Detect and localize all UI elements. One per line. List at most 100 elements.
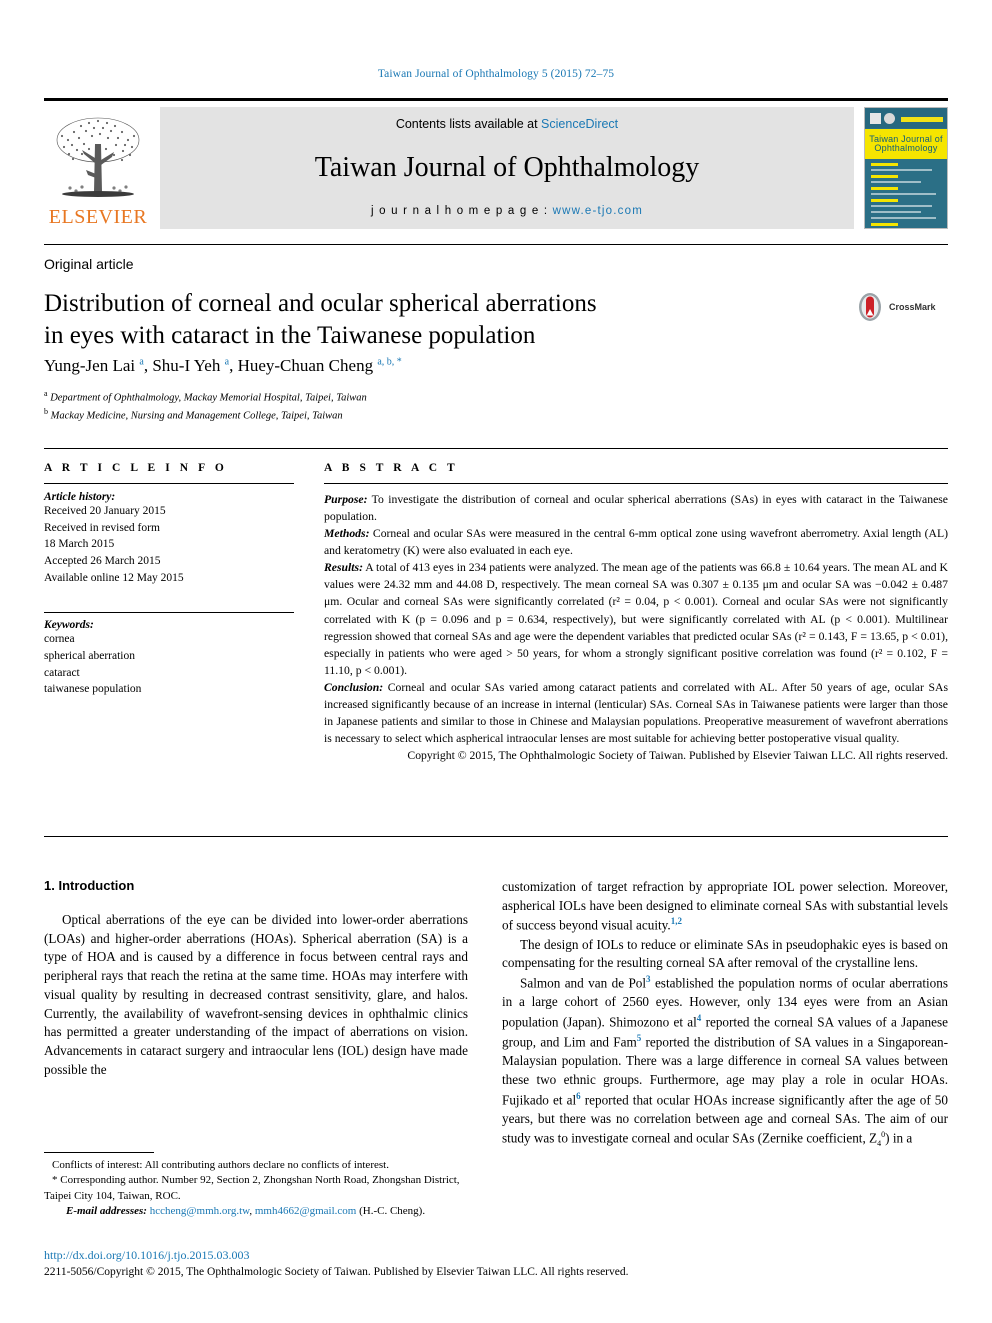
section-heading-introduction: 1. Introduction [44, 878, 135, 893]
keyword-item: spherical aberration [44, 650, 135, 663]
page-title: Distribution of corneal and ocular spher… [44, 288, 744, 351]
footnotes-block: Conflicts of interest: All contributing … [44, 1158, 468, 1220]
journal-homepage-link[interactable]: www.e-tjo.com [553, 205, 643, 217]
email-link-2[interactable]: mmh4662@gmail.com [255, 1205, 356, 1217]
intro-paragraph-2: The design of IOLs to reduce or eliminat… [502, 936, 948, 971]
abstract-rule [324, 483, 948, 484]
author-mark-2: a [224, 356, 230, 368]
footnote-corresponding: * Corresponding author. Number 92, Secti… [44, 1173, 468, 1204]
doi-link[interactable]: http://dx.doi.org/10.1016/j.tjo.2015.03.… [44, 1248, 249, 1263]
article-title-line2: in eyes with cataract in the Taiwanese p… [44, 321, 536, 349]
history-item: Accepted 26 March 2015 [44, 555, 161, 568]
journal-article-page: Taiwan Journal of Ophthalmology 5 (2015)… [0, 0, 992, 1323]
article-title-line1: Distribution of corneal and ocular spher… [44, 290, 597, 317]
history-item: 18 March 2015 [44, 538, 115, 551]
cover-contents-lines [871, 163, 942, 226]
corresponding-text: Corresponding author. Number 92, Section… [44, 1174, 460, 1202]
journal-band: Contents lists available at ScienceDirec… [160, 107, 854, 229]
article-type-kicker: Original article [44, 256, 134, 272]
intro-p3-seg-a: Salmon and van de Pol [520, 975, 647, 991]
footnote-emails: E-mail addresses: hccheng@mmh.org.tw, mm… [44, 1204, 468, 1219]
intro-paragraph-3: Salmon and van de Pol3 established the p… [502, 973, 948, 1149]
abstract-conclusion-text: Corneal and ocular SAs varied among cata… [324, 680, 948, 746]
keywords-list: cornea spherical aberration cataract tai… [44, 631, 294, 698]
intro-p3-seg-f: ) in a [885, 1129, 913, 1145]
affiliation-b: b Mackay Medicine, Nursing and Managemen… [44, 406, 343, 422]
elsevier-wordmark: ELSEVIER [48, 206, 148, 228]
sciencedirect-link[interactable]: ScienceDirect [541, 117, 618, 131]
footnote-conflicts: Conflicts of interest: All contributing … [52, 1159, 389, 1171]
abstract-purpose: Purpose: To investigate the distribution… [324, 491, 948, 525]
intro-paragraph-1: Optical aberrations of the eye can be di… [44, 912, 468, 1077]
history-item: Received in revised form [44, 521, 160, 534]
author-list: Yung-Jen Lai a, Shu-I Yeh a, Huey-Chuan … [44, 356, 402, 375]
elsevier-logo: ELSEVIER [44, 107, 152, 229]
keyword-item: cataract [44, 666, 80, 679]
abstract-methods-text: Corneal and ocular SAs were measured in … [324, 527, 948, 558]
contents-available-line: Contents lists available at ScienceDirec… [396, 117, 618, 131]
body-top-rule [44, 836, 948, 837]
footnote-divider [44, 1152, 154, 1153]
info-abstract-top-rule [44, 448, 948, 449]
abstract-purpose-text: To investigate the distribution of corne… [324, 493, 948, 524]
body-column-right: customization of target refraction by ap… [502, 878, 948, 1149]
homepage-prefix: j o u r n a l h o m e p a g e : [371, 205, 553, 217]
journal-cover-thumbnail: Taiwan Journal of Ophthalmology [864, 107, 948, 229]
abstract-column: A B S T R A C T Purpose: To investigate … [324, 462, 948, 764]
email-suffix: (H.-C. Cheng). [356, 1205, 426, 1218]
crossmark-badge[interactable]: CrossMark [855, 292, 936, 322]
body-column-left: 1. Introduction Optical aberrations of t… [44, 878, 468, 1080]
affiliation-b-text: Mackay Medicine, Nursing and Management … [50, 410, 343, 422]
cover-society-mark [884, 113, 895, 124]
article-info-heading: A R T I C L E I N F O [44, 462, 228, 474]
zernike-subscript: 4 [877, 1138, 882, 1148]
history-item: Received 20 January 2015 [44, 505, 166, 517]
abstract-results-label: Results: [324, 561, 363, 575]
abstract-heading: A B S T R A C T [324, 462, 459, 474]
affiliation-a-text: Department of Ophthalmology, Mackay Memo… [50, 392, 367, 404]
elsevier-tree-icon [56, 117, 140, 197]
email-label: E-mail addresses: [66, 1205, 147, 1218]
abstract-results: Results: A total of 413 eyes in 234 pati… [324, 559, 948, 679]
keywords-label: Keywords: [44, 619, 94, 632]
cover-accent-bar [901, 117, 943, 122]
abstract-methods: Methods: Corneal and ocular SAs were mea… [324, 525, 948, 559]
email-link-1[interactable]: hccheng@mmh.org.tw [150, 1205, 250, 1217]
abstract-body: Purpose: To investigate the distribution… [324, 491, 948, 764]
affiliation-a: a Department of Ophthalmology, Mackay Me… [44, 389, 367, 404]
crossmark-icon [859, 293, 881, 321]
title-top-rule [44, 244, 948, 245]
keyword-item: taiwanese population [44, 683, 142, 696]
running-head: Taiwan Journal of Ophthalmology 5 (2015)… [377, 68, 615, 80]
intro-p1-cont-text: customization of target refraction by ap… [502, 879, 948, 933]
abstract-purpose-label: Purpose: [324, 493, 368, 506]
keyword-item: cornea [44, 633, 75, 646]
abstract-copyright-text: Copyright © 2015, The Ophthalmologic Soc… [407, 749, 948, 763]
abstract-conclusion-label: Conclusion: [324, 680, 384, 694]
article-info-column: A R T I C L E I N F O Article history: R… [44, 462, 294, 698]
article-history-list: Received 20 January 2015 Received in rev… [44, 503, 294, 586]
keywords-block: Keywords: cornea spherical aberration ca… [44, 612, 294, 698]
intro-paragraph-1-cont: customization of target refraction by ap… [502, 878, 948, 936]
journal-title: Taiwan Journal of Ophthalmology [314, 152, 700, 183]
abstract-conclusion: Conclusion: Corneal and ocular SAs varie… [324, 679, 948, 747]
contents-prefix: Contents lists available at [395, 117, 542, 131]
journal-masthead: ELSEVIER Contents lists available at Sci… [44, 98, 948, 229]
reference-marker[interactable]: 1,2 [671, 916, 682, 926]
article-info-rule [44, 483, 294, 484]
cover-title-band: Taiwan Journal of Ophthalmology [865, 129, 947, 159]
affiliations: a Department of Ophthalmology, Mackay Me… [44, 388, 367, 423]
cover-publisher-mark [870, 113, 881, 124]
abstract-results-text: A total of 413 eyes in 234 patients were… [324, 561, 948, 677]
history-item: Available online 12 May 2015 [44, 571, 184, 584]
crossmark-label: CrossMark [889, 302, 936, 312]
cover-title-line2: Ophthalmology [874, 143, 938, 153]
journal-homepage-line: j o u r n a l h o m e p a g e : www.e-tj… [371, 205, 643, 217]
abstract-methods-label: Methods: [324, 527, 370, 541]
article-history-label: Article history: [44, 491, 116, 503]
author-mark-1: a [139, 356, 144, 368]
abstract-copyright: Copyright © 2015, The Ophthalmologic Soc… [324, 747, 948, 764]
keywords-rule [44, 612, 294, 614]
issn-copyright-line: 2211-5056/Copyright © 2015, The Ophthalm… [44, 1266, 629, 1278]
author-mark-3: a, b, * [377, 356, 402, 368]
